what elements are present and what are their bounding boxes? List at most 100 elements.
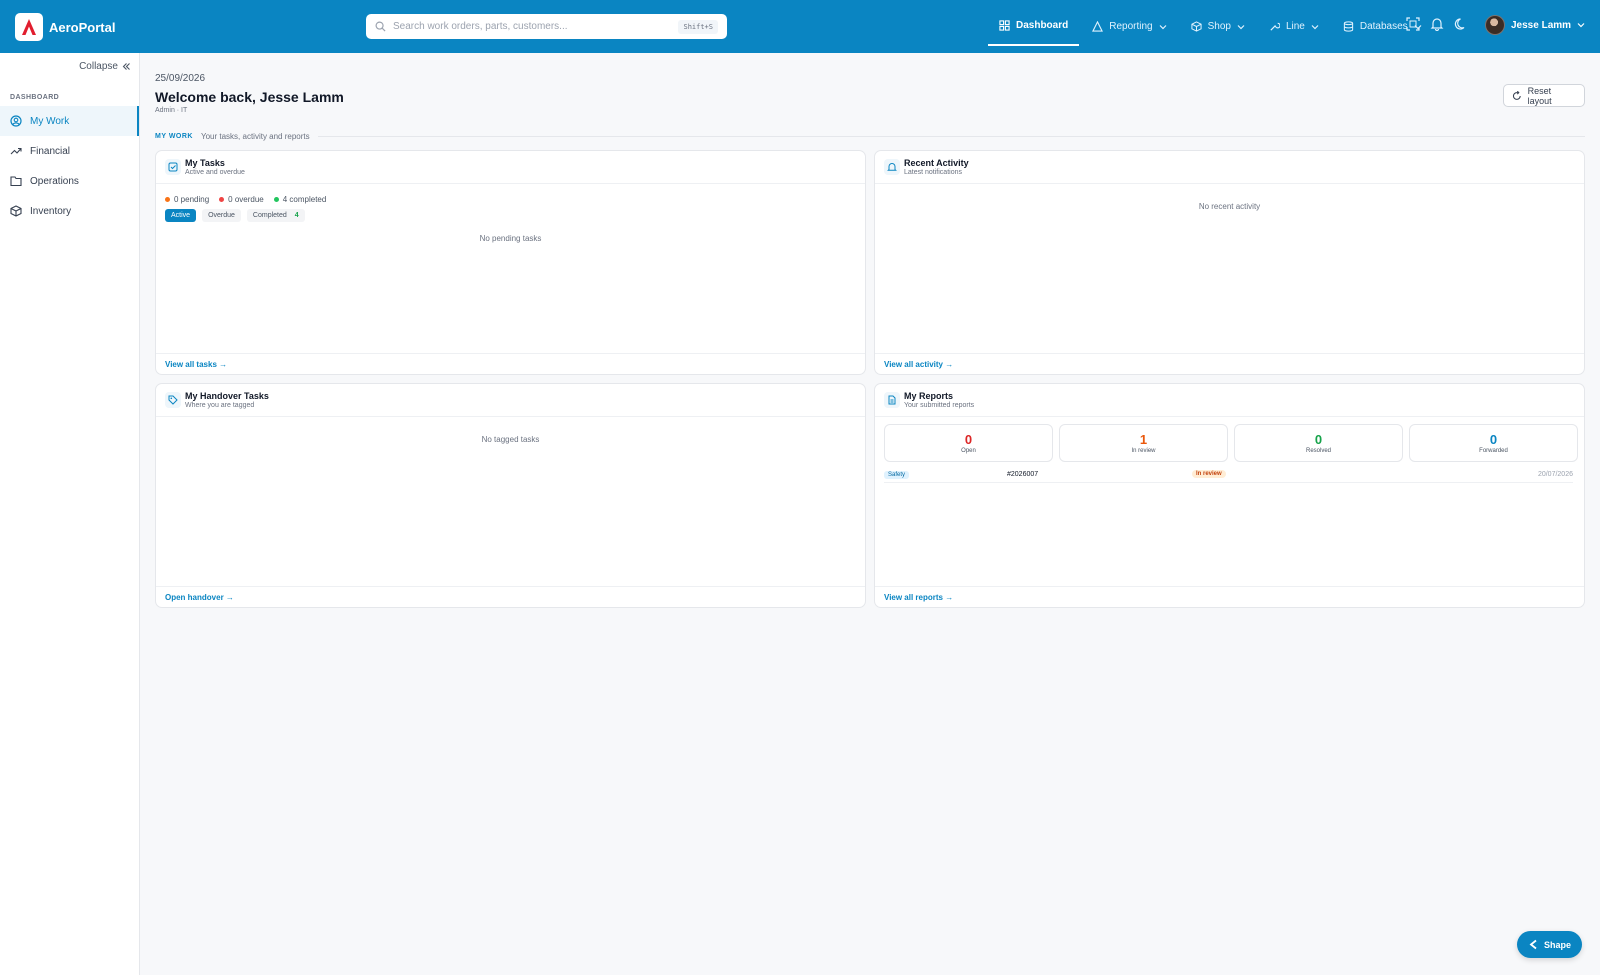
user-menu[interactable]: Jesse Lamm [1485, 15, 1585, 35]
user-circle-icon [10, 115, 22, 127]
cube-icon [10, 205, 22, 217]
card-footer: View all reports → [875, 586, 1584, 607]
stat-label: 4 completed [282, 195, 327, 204]
chevron-left-icon [1529, 939, 1537, 950]
card-footer: View all tasks → [156, 353, 865, 374]
main-nav: Dashboard Reporting Shop Line Databases [988, 0, 1435, 53]
wrench-icon [1270, 22, 1280, 31]
nav-shop[interactable]: Shop [1180, 8, 1256, 46]
user-name: Jesse Lamm [1511, 19, 1572, 31]
report-id: #2026007 [1007, 471, 1039, 478]
dashboard-icon [999, 20, 1010, 31]
category-badge: Safety [884, 471, 910, 479]
section-label: MY WORK [155, 133, 193, 140]
logo-icon [15, 13, 43, 41]
section-header: MY WORK Your tasks, activity and reports [155, 132, 1585, 141]
avatar [1485, 15, 1505, 35]
search-bar[interactable]: Search work orders, parts, customers... … [366, 14, 727, 39]
task-stats: 0 pending 0 overdue 4 completed [165, 195, 326, 204]
card-subtitle: Where you are tagged [185, 402, 255, 409]
header-actions [1406, 17, 1468, 31]
stat-resolved[interactable]: 0 Resolved [1234, 424, 1403, 462]
view-all-activity-link[interactable]: View all activity → [884, 360, 953, 369]
page-title: Welcome back, Jesse Lamm [155, 89, 344, 105]
qr-scan-icon[interactable] [1406, 17, 1420, 31]
stat-in-review[interactable]: 1 In review [1059, 424, 1228, 462]
sidebar-item-operations[interactable]: Operations [0, 166, 139, 196]
view-all-reports-link[interactable]: View all reports → [884, 593, 953, 602]
stat-pending: 0 pending [165, 195, 209, 204]
section-subtitle: Your tasks, activity and reports [200, 132, 310, 141]
card-footer: View all activity → [875, 353, 1584, 374]
divider [317, 136, 1585, 137]
reset-layout-label: Reset layout [1527, 85, 1552, 106]
stat-label: Forwarded [1479, 448, 1508, 454]
card-header: Recent Activity Latest notifications [875, 151, 1584, 184]
app-name: AeroPortal [49, 19, 116, 35]
stat-open[interactable]: 0 Open [884, 424, 1053, 462]
card-title: My Reports [904, 391, 954, 401]
card-subtitle: Your submitted reports [904, 402, 975, 409]
box-icon [1191, 21, 1202, 32]
chevron-down-icon [1159, 24, 1167, 29]
view-all-tasks-link[interactable]: View all tasks → [165, 360, 227, 369]
status-dot [165, 197, 170, 202]
stat-overdue: 0 overdue [219, 195, 264, 204]
nav-line[interactable]: Line [1258, 8, 1330, 46]
checkbox-icon [165, 159, 181, 175]
sidebar-item-inventory[interactable]: Inventory [0, 196, 139, 226]
stat-value: 0 [964, 432, 973, 447]
stat-value: 0 [1489, 432, 1498, 447]
collapse-button[interactable]: Collapse [79, 61, 131, 72]
stat-label: 0 overdue [228, 195, 264, 204]
stat-label: 0 pending [174, 195, 210, 204]
filter-overdue[interactable]: Overdue [202, 209, 241, 222]
reset-layout-button[interactable]: Reset layout [1503, 84, 1585, 107]
card-footer: Open handover → [156, 586, 865, 607]
moon-icon[interactable] [1454, 17, 1468, 31]
card-header: My Handover Tasks Where you are tagged [156, 384, 865, 417]
status-dot [219, 197, 225, 202]
nav-reporting[interactable]: Reporting [1081, 8, 1177, 46]
open-handover-link[interactable]: Open handover → [165, 593, 234, 602]
card-subtitle: Latest notifications [904, 169, 962, 176]
status-badge: In review [1192, 470, 1226, 478]
card-title: Recent Activity [904, 158, 969, 168]
sidebar-item-financial[interactable]: Financial [0, 136, 139, 166]
my-tasks-card: My Tasks Active and overdue 0 pending 0 … [155, 150, 866, 375]
stat-label: Open [961, 448, 976, 454]
sidebar-item-my-work[interactable]: My Work [0, 106, 139, 136]
app-logo[interactable]: AeroPortal [15, 13, 115, 41]
double-chevron-left-icon [122, 63, 130, 70]
shape-label: Shape [1543, 939, 1571, 950]
card-header: My Reports Your submitted reports [875, 384, 1584, 417]
chevron-down-icon [1237, 24, 1245, 29]
stat-completed: 4 completed [273, 195, 327, 204]
filter-completed[interactable]: Completed 4 [246, 209, 305, 222]
nav-label: Reporting [1109, 21, 1153, 32]
bell-icon[interactable] [1430, 17, 1444, 31]
handover-tasks-card: My Handover Tasks Where you are tagged N… [155, 383, 866, 608]
sidebar-section-title: DASHBOARD [10, 94, 60, 101]
recent-activity-card: Recent Activity Latest notifications No … [874, 150, 1585, 375]
sidebar: Collapse DASHBOARD My Work Financial Ope… [0, 53, 140, 975]
card-title: My Tasks [185, 158, 225, 168]
search-input[interactable]: Search work orders, parts, customers... [393, 21, 671, 32]
folder-icon [10, 176, 22, 187]
collapse-label: Collapse [79, 61, 118, 72]
sidebar-item-label: My Work [30, 115, 70, 127]
user-role: Admin · IT [155, 107, 188, 114]
empty-state: No pending tasks [479, 234, 542, 243]
nav-label: Shop [1207, 21, 1231, 32]
warning-triangle-icon [1092, 21, 1104, 32]
stat-label: In review [1131, 448, 1156, 454]
search-icon [375, 21, 386, 32]
report-row[interactable]: Safety #2026007 In review 20/07/2026 [884, 469, 1573, 483]
shape-button[interactable]: Shape [1517, 931, 1582, 958]
stat-forwarded[interactable]: 0 Forwarded [1409, 424, 1578, 462]
nav-dashboard[interactable]: Dashboard [988, 8, 1080, 46]
document-icon [884, 392, 900, 408]
filter-active[interactable]: Active [165, 209, 197, 222]
search-shortcut: Shift+S [678, 19, 718, 34]
stat-label: Resolved [1305, 448, 1331, 454]
